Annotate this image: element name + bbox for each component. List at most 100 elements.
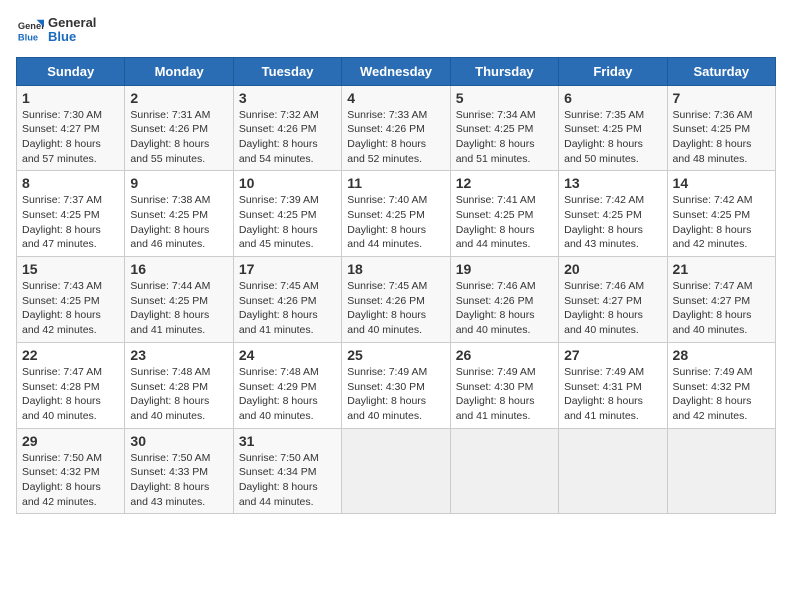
day-number: 8	[22, 175, 119, 191]
calendar-cell: 17 Sunrise: 7:45 AMSunset: 4:26 PMDayligh…	[233, 257, 341, 343]
weekday-header-friday: Friday	[559, 57, 667, 85]
day-number: 28	[673, 347, 770, 363]
cell-details: Sunrise: 7:50 AMSunset: 4:34 PMDaylight:…	[239, 452, 319, 508]
cell-details: Sunrise: 7:42 AMSunset: 4:25 PMDaylight:…	[673, 194, 753, 250]
cell-details: Sunrise: 7:49 AMSunset: 4:32 PMDaylight:…	[673, 366, 753, 422]
weekday-header-row: SundayMondayTuesdayWednesdayThursdayFrid…	[17, 57, 776, 85]
cell-details: Sunrise: 7:49 AMSunset: 4:30 PMDaylight:…	[347, 366, 427, 422]
calendar-cell	[667, 428, 775, 514]
weekday-header-thursday: Thursday	[450, 57, 558, 85]
calendar-cell: 9 Sunrise: 7:38 AMSunset: 4:25 PMDaylight…	[125, 171, 233, 257]
cell-details: Sunrise: 7:48 AMSunset: 4:29 PMDaylight:…	[239, 366, 319, 422]
day-number: 12	[456, 175, 553, 191]
cell-details: Sunrise: 7:31 AMSunset: 4:26 PMDaylight:…	[130, 109, 210, 165]
cell-details: Sunrise: 7:47 AMSunset: 4:28 PMDaylight:…	[22, 366, 102, 422]
calendar-cell: 12 Sunrise: 7:41 AMSunset: 4:25 PMDayligh…	[450, 171, 558, 257]
calendar-cell: 23 Sunrise: 7:48 AMSunset: 4:28 PMDayligh…	[125, 342, 233, 428]
cell-details: Sunrise: 7:39 AMSunset: 4:25 PMDaylight:…	[239, 194, 319, 250]
day-number: 26	[456, 347, 553, 363]
cell-details: Sunrise: 7:45 AMSunset: 4:26 PMDaylight:…	[347, 280, 427, 336]
calendar-cell: 10Sunrise: 7:39 AMSunset: 4:25 PMDayligh…	[233, 171, 341, 257]
cell-details: Sunrise: 7:32 AMSunset: 4:26 PMDaylight:…	[239, 109, 319, 165]
calendar-cell: 1Sunrise: 7:30 AMSunset: 4:27 PMDaylight…	[17, 85, 125, 171]
calendar-cell: 11 Sunrise: 7:40 AMSunset: 4:25 PMDayligh…	[342, 171, 450, 257]
day-number: 13	[564, 175, 661, 191]
day-number: 14	[673, 175, 770, 191]
cell-details: Sunrise: 7:47 AMSunset: 4:27 PMDaylight:…	[673, 280, 753, 336]
calendar-week-1: 1Sunrise: 7:30 AMSunset: 4:27 PMDaylight…	[17, 85, 776, 171]
logo: General Blue General Blue	[16, 16, 96, 45]
day-number: 3	[239, 90, 336, 106]
day-number: 17	[239, 261, 336, 277]
calendar-cell: 25 Sunrise: 7:49 AMSunset: 4:30 PMDayligh…	[342, 342, 450, 428]
svg-text:Blue: Blue	[18, 33, 38, 43]
calendar-cell: 16Sunrise: 7:44 AMSunset: 4:25 PMDayligh…	[125, 257, 233, 343]
calendar-cell: 24Sunrise: 7:48 AMSunset: 4:29 PMDayligh…	[233, 342, 341, 428]
calendar-cell: 20Sunrise: 7:46 AMSunset: 4:27 PMDayligh…	[559, 257, 667, 343]
calendar-cell: 5Sunrise: 7:34 AMSunset: 4:25 PMDaylight…	[450, 85, 558, 171]
calendar-cell: 31 Sunrise: 7:50 AMSunset: 4:34 PMDayligh…	[233, 428, 341, 514]
day-number: 1	[22, 90, 119, 106]
cell-details: Sunrise: 7:45 AMSunset: 4:26 PMDaylight:…	[239, 280, 319, 336]
weekday-header-saturday: Saturday	[667, 57, 775, 85]
day-number: 5	[456, 90, 553, 106]
cell-details: Sunrise: 7:41 AMSunset: 4:25 PMDaylight:…	[456, 194, 536, 250]
calendar-cell	[342, 428, 450, 514]
cell-details: Sunrise: 7:48 AMSunset: 4:28 PMDaylight:…	[130, 366, 210, 422]
calendar-cell: 15 Sunrise: 7:43 AMSunset: 4:25 PMDayligh…	[17, 257, 125, 343]
calendar-cell: 2 Sunrise: 7:31 AMSunset: 4:26 PMDaylight…	[125, 85, 233, 171]
day-number: 9	[130, 175, 227, 191]
day-number: 4	[347, 90, 444, 106]
day-number: 22	[22, 347, 119, 363]
calendar-table: SundayMondayTuesdayWednesdayThursdayFrid…	[16, 57, 776, 515]
day-number: 6	[564, 90, 661, 106]
cell-details: Sunrise: 7:46 AMSunset: 4:26 PMDaylight:…	[456, 280, 536, 336]
weekday-header-wednesday: Wednesday	[342, 57, 450, 85]
cell-details: Sunrise: 7:50 AMSunset: 4:32 PMDaylight:…	[22, 452, 102, 508]
day-number: 16	[130, 261, 227, 277]
day-number: 27	[564, 347, 661, 363]
cell-details: Sunrise: 7:33 AMSunset: 4:26 PMDaylight:…	[347, 109, 427, 165]
cell-details: Sunrise: 7:42 AMSunset: 4:25 PMDaylight:…	[564, 194, 644, 250]
page-header: General Blue General Blue	[16, 16, 776, 45]
calendar-week-2: 8 Sunrise: 7:37 AMSunset: 4:25 PMDaylight…	[17, 171, 776, 257]
day-number: 20	[564, 261, 661, 277]
cell-details: Sunrise: 7:40 AMSunset: 4:25 PMDaylight:…	[347, 194, 427, 250]
weekday-header-sunday: Sunday	[17, 57, 125, 85]
day-number: 11	[347, 175, 444, 191]
cell-details: Sunrise: 7:38 AMSunset: 4:25 PMDaylight:…	[130, 194, 210, 250]
calendar-cell: 6Sunrise: 7:35 AMSunset: 4:25 PMDaylight…	[559, 85, 667, 171]
cell-details: Sunrise: 7:49 AMSunset: 4:30 PMDaylight:…	[456, 366, 536, 422]
day-number: 29	[22, 433, 119, 449]
logo-blue: Blue	[48, 30, 96, 44]
calendar-cell: 18 Sunrise: 7:45 AMSunset: 4:26 PMDayligh…	[342, 257, 450, 343]
calendar-cell: 27Sunrise: 7:49 AMSunset: 4:31 PMDayligh…	[559, 342, 667, 428]
logo-icon: General Blue	[16, 16, 44, 44]
calendar-cell: 4 Sunrise: 7:33 AMSunset: 4:26 PMDaylight…	[342, 85, 450, 171]
day-number: 23	[130, 347, 227, 363]
calendar-cell: 29 Sunrise: 7:50 AMSunset: 4:32 PMDayligh…	[17, 428, 125, 514]
weekday-header-tuesday: Tuesday	[233, 57, 341, 85]
calendar-cell: 3 Sunrise: 7:32 AMSunset: 4:26 PMDaylight…	[233, 85, 341, 171]
cell-details: Sunrise: 7:50 AMSunset: 4:33 PMDaylight:…	[130, 452, 210, 508]
day-number: 15	[22, 261, 119, 277]
calendar-cell: 30 Sunrise: 7:50 AMSunset: 4:33 PMDayligh…	[125, 428, 233, 514]
day-number: 2	[130, 90, 227, 106]
cell-details: Sunrise: 7:43 AMSunset: 4:25 PMDaylight:…	[22, 280, 102, 336]
day-number: 18	[347, 261, 444, 277]
day-number: 31	[239, 433, 336, 449]
cell-details: Sunrise: 7:37 AMSunset: 4:25 PMDaylight:…	[22, 194, 102, 250]
day-number: 19	[456, 261, 553, 277]
calendar-cell: 26 Sunrise: 7:49 AMSunset: 4:30 PMDayligh…	[450, 342, 558, 428]
cell-details: Sunrise: 7:36 AMSunset: 4:25 PMDaylight:…	[673, 109, 753, 165]
calendar-week-5: 29 Sunrise: 7:50 AMSunset: 4:32 PMDayligh…	[17, 428, 776, 514]
calendar-cell: 7Sunrise: 7:36 AMSunset: 4:25 PMDaylight…	[667, 85, 775, 171]
day-number: 25	[347, 347, 444, 363]
weekday-header-monday: Monday	[125, 57, 233, 85]
day-number: 30	[130, 433, 227, 449]
calendar-cell: 14 Sunrise: 7:42 AMSunset: 4:25 PMDayligh…	[667, 171, 775, 257]
calendar-week-3: 15 Sunrise: 7:43 AMSunset: 4:25 PMDayligh…	[17, 257, 776, 343]
calendar-cell: 8 Sunrise: 7:37 AMSunset: 4:25 PMDaylight…	[17, 171, 125, 257]
calendar-cell: 22 Sunrise: 7:47 AMSunset: 4:28 PMDayligh…	[17, 342, 125, 428]
calendar-cell: 21Sunrise: 7:47 AMSunset: 4:27 PMDayligh…	[667, 257, 775, 343]
